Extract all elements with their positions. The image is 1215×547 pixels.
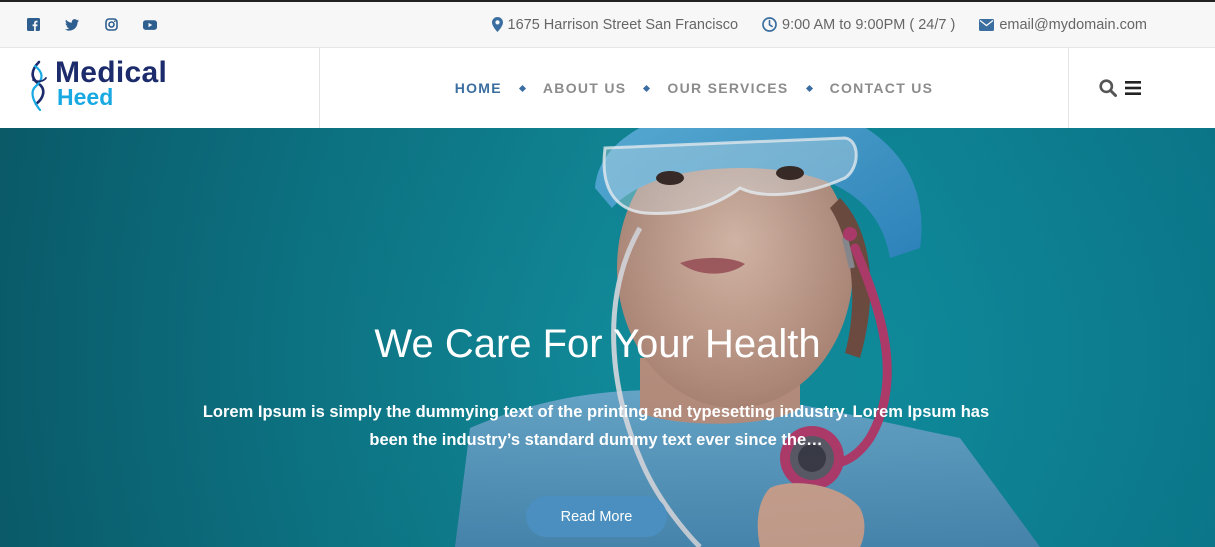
hero-banner: We Care For Your Health Lorem Ipsum is s… (0, 128, 1215, 547)
header-tools (1068, 48, 1215, 128)
envelope-icon (979, 18, 995, 31)
address-info: 1675 Harrison Street San Francisco (491, 16, 739, 33)
logo[interactable]: Medical Heed (0, 48, 320, 128)
hours-info: 9:00 AM to 9:00PM ( 24/7 ) (762, 17, 955, 33)
clock-icon (762, 17, 777, 32)
hero-description: Lorem Ipsum is simply the dummying text … (202, 403, 990, 449)
nav-item-our-services[interactable]: OUR SERVICES (667, 80, 788, 96)
logo-word-heed: Heed (57, 84, 114, 110)
read-more-button[interactable]: Read More (526, 496, 667, 537)
hero-title: We Care For Your Health (374, 322, 821, 366)
nav-item-about-us[interactable]: ABOUT US (543, 80, 627, 96)
nav-separator (805, 84, 813, 92)
contact-info: 1675 Harrison Street San Francisco 9:00 … (468, 17, 1147, 33)
nav-separator (518, 84, 526, 92)
youtube-icon[interactable] (143, 18, 157, 32)
email-info[interactable]: email@mydomain.com (979, 17, 1147, 33)
top-bar: 1675 Harrison Street San Francisco 9:00 … (0, 0, 1215, 48)
site-header: Medical Heed HOME ABOUT US OUR SERVICES … (0, 48, 1215, 128)
instagram-icon[interactable] (104, 18, 118, 32)
map-marker-icon (491, 17, 503, 32)
social-links (26, 18, 182, 32)
hours-text: 9:00 AM to 9:00PM ( 24/7 ) (782, 16, 956, 33)
main-nav: HOME ABOUT US OUR SERVICES CONTACT US (320, 48, 1068, 128)
nav-item-contact-us[interactable]: CONTACT US (830, 80, 934, 96)
address-text: 1675 Harrison Street San Francisco (507, 16, 739, 33)
email-text[interactable]: email@mydomain.com (999, 17, 1147, 33)
hamburger-menu-icon[interactable] (1125, 81, 1141, 95)
nav-item-home[interactable]: HOME (455, 80, 502, 96)
search-icon[interactable] (1099, 79, 1117, 97)
logo-caduceus-icon (31, 60, 47, 112)
nav-separator (643, 84, 651, 92)
facebook-icon[interactable] (26, 18, 40, 32)
twitter-icon[interactable] (65, 18, 79, 32)
